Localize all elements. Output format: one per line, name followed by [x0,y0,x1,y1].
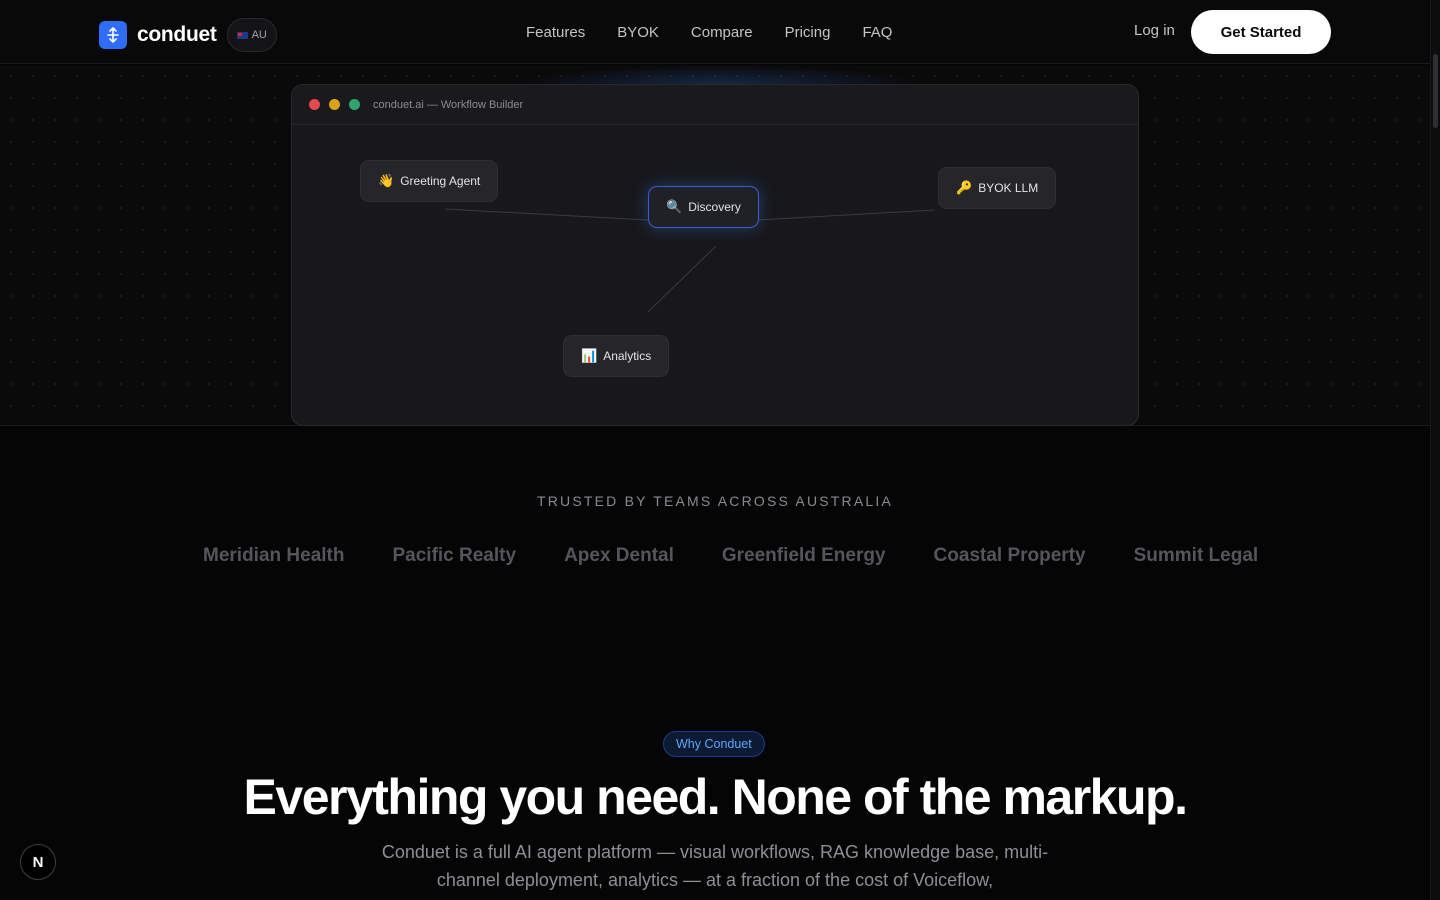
magnifier-icon: 🔍 [666,199,683,214]
region-selector[interactable]: AU [226,18,277,52]
australia-flag-icon [236,31,248,39]
login-link[interactable]: Log in [1134,22,1175,39]
customer-logo-greenfield-energy: Greenfield Energy [721,545,886,566]
window-titlebar: conduet.ai — Workflow Builder [292,85,1138,125]
node-discovery[interactable]: 🔍 Discovery [648,186,759,228]
connection-discovery-analytics [647,245,717,313]
window-title: conduet.ai — Workflow Builder [373,98,524,111]
customer-logo-meridian-health: Meridian Health [203,545,345,566]
page-scrollbar[interactable] [1430,0,1440,900]
section-description: Conduet is a full AI agent platform — vi… [381,842,1049,890]
bar-chart-icon: 📊 [581,348,598,363]
connection-greeting-discovery [444,208,649,221]
customer-logo-pacific-realty: Pacific Realty [392,545,517,566]
wave-icon: 👋 [378,173,395,188]
section-headline: Everything you need. None of the markup. [243,769,1188,825]
workflow-builder-window: conduet.ai — Workflow Builder 👋 Greeting… [291,84,1139,426]
maximize-window-dot[interactable] [349,99,360,110]
scrollbar-thumb[interactable] [1433,54,1438,128]
nav-link-faq[interactable]: FAQ [862,24,892,41]
customer-logo-coastal-property: Coastal Property [933,545,1086,566]
nav-links: Features BYOK Compare Pricing FAQ [526,0,924,64]
workflow-canvas: 👋 Greeting Agent 🔍 Discovery 🔑 BYOK LLM … [292,126,1138,425]
customer-logos: Meridian Health Pacific Realty Apex Dent… [203,545,1306,567]
connection-discovery-byok [757,209,936,221]
nav-link-compare[interactable]: Compare [691,24,753,41]
region-label: AU [251,29,267,41]
nav-link-features[interactable]: Features [526,24,585,41]
node-label: Discovery [688,200,741,214]
customer-logo-summit-legal: Summit Legal [1133,545,1259,566]
node-greeting-agent[interactable]: 👋 Greeting Agent [360,160,499,202]
nav-link-byok[interactable]: BYOK [617,24,659,41]
brand[interactable]: conduet AU [99,18,277,52]
key-icon: 🔑 [956,180,973,195]
nav-link-pricing[interactable]: Pricing [785,24,831,41]
get-started-button[interactable]: Get Started [1191,10,1331,54]
close-window-dot[interactable] [309,99,320,110]
brand-name: conduet [137,23,217,46]
dev-tools-badge[interactable]: N [20,844,56,880]
node-label: BYOK LLM [978,181,1039,195]
node-byok-llm[interactable]: 🔑 BYOK LLM [938,167,1057,209]
trusted-label: TRUSTED BY TEAMS ACROSS AUSTRALIA [536,493,894,509]
node-label: Analytics [603,349,652,363]
node-analytics[interactable]: 📊 Analytics [563,335,670,377]
why-conduet-badge: Why Conduet [663,731,765,757]
conduet-logo-icon [99,21,127,49]
node-label: Greeting Agent [400,174,481,188]
customer-logo-apex-dental: Apex Dental [564,545,674,566]
minimize-window-dot[interactable] [329,99,340,110]
top-nav: conduet AU Features BYOK Compare Pricing… [0,0,1430,64]
